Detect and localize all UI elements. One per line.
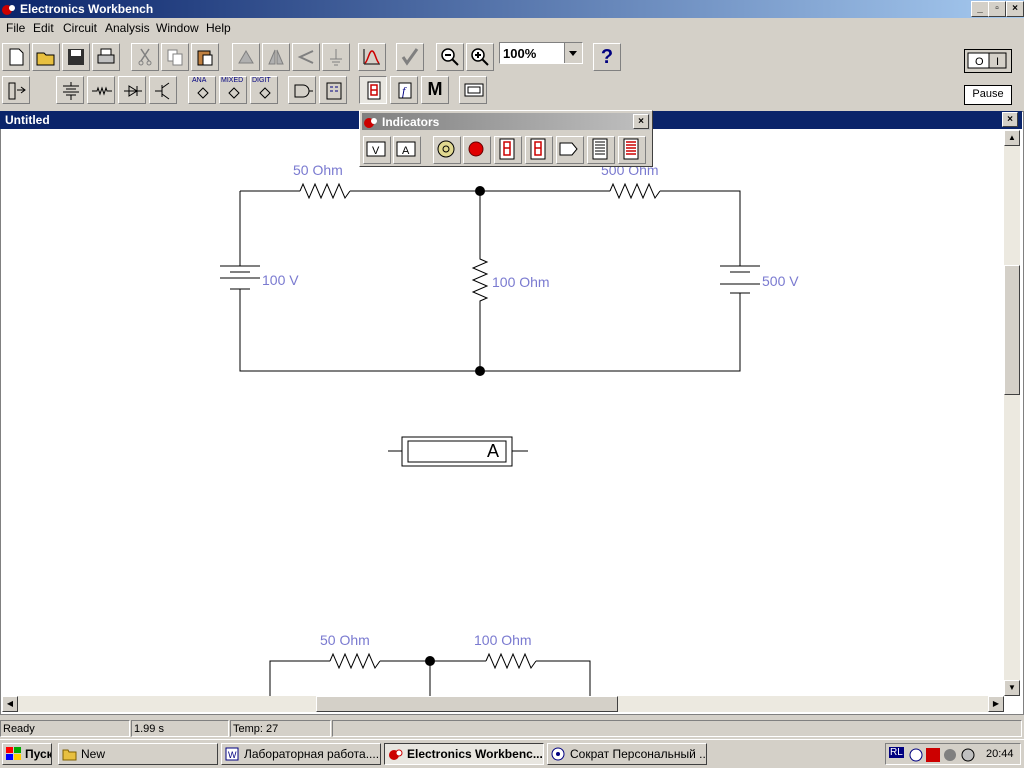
svg-text:V: V	[372, 145, 380, 157]
label-r4: 50 Ohm	[320, 632, 370, 648]
decoded-bargraph-button[interactable]	[618, 136, 646, 164]
status-time: 1.99 s	[131, 720, 229, 737]
vertical-scrollbar[interactable]: ▲ ▼	[1004, 130, 1020, 696]
decoded-display-icon	[530, 138, 546, 160]
bargraph-button[interactable]	[587, 136, 615, 164]
horizontal-scroll-thumb[interactable]	[316, 696, 618, 712]
decoded-seven-segment-button[interactable]	[525, 136, 553, 164]
scroll-down-arrow[interactable]: ▼	[1004, 680, 1020, 696]
battery-500v[interactable]	[720, 265, 760, 294]
taskbar-item-folder[interactable]: New	[58, 743, 218, 765]
scroll-up-arrow[interactable]: ▲	[1004, 130, 1020, 146]
taskbar-item-word[interactable]: W Лабораторная работа....	[221, 743, 381, 765]
vertical-scroll-thumb[interactable]	[1004, 265, 1020, 395]
label-v1: 100 V	[262, 272, 299, 288]
windows-logo-icon	[6, 747, 21, 760]
antivirus-icon	[961, 748, 975, 762]
label-v2: 500 V	[762, 273, 799, 289]
schematic-canvas[interactable]	[0, 0, 1004, 696]
close-button[interactable]: ×	[1006, 1, 1024, 17]
indicators-palette[interactable]: Indicators × V A	[359, 110, 653, 167]
resistor-500-ohm[interactable]	[609, 182, 661, 200]
system-tray: RL 20:44	[885, 743, 1021, 765]
bulb-icon	[437, 140, 455, 158]
bulb-button[interactable]	[433, 136, 461, 164]
junction-node[interactable]	[475, 366, 485, 376]
status-state: Ready	[0, 720, 130, 737]
sound-icon	[944, 749, 956, 761]
app-icon	[364, 118, 377, 128]
taskbar: Пуск New W Лабораторная работа.... Elect…	[0, 739, 1024, 768]
ammeter[interactable]	[388, 436, 528, 467]
resistor-50-ohm-top[interactable]	[299, 182, 351, 200]
buzzer-icon	[559, 142, 578, 156]
seven-segment-icon	[499, 138, 515, 160]
clock: 20:44	[986, 748, 1014, 760]
ammeter-label: A	[487, 441, 500, 461]
firewall-icon	[926, 748, 940, 762]
bargraph-icon	[592, 138, 608, 160]
circuit-close-button[interactable]: ×	[1002, 112, 1018, 127]
resistor-50-ohm-bottom[interactable]	[329, 652, 381, 670]
voltmeter-icon: V	[366, 141, 386, 157]
tray-icons	[909, 748, 975, 762]
scroll-right-arrow[interactable]: ▶	[988, 696, 1004, 712]
status-temp: Temp: 27	[230, 720, 331, 737]
horizontal-scrollbar[interactable]: ◀ ▶	[2, 696, 1004, 712]
svg-text:W: W	[228, 750, 237, 760]
junction-node[interactable]	[475, 186, 485, 196]
start-button[interactable]: Пуск	[2, 743, 52, 765]
indicators-titlebar[interactable]: Indicators ×	[362, 113, 650, 130]
label-r1: 50 Ohm	[293, 162, 343, 178]
probe-button[interactable]	[463, 136, 491, 164]
indicators-title: Indicators	[382, 115, 440, 129]
buzzer-button[interactable]	[556, 136, 584, 164]
network-icon	[909, 748, 923, 762]
taskbar-item-sokrat[interactable]: Сократ Персональный ...	[547, 743, 707, 765]
app-icon	[389, 749, 403, 760]
translator-icon	[551, 747, 565, 761]
red-probe-icon	[468, 141, 484, 157]
svg-text:A: A	[402, 145, 410, 157]
decoded-bargraph-icon	[623, 138, 639, 160]
taskbar-item-workbench[interactable]: Electronics Workbenc...	[384, 743, 544, 765]
scroll-left-arrow[interactable]: ◀	[2, 696, 18, 712]
resistor-100-ohm-bottom[interactable]	[485, 652, 537, 670]
indicators-close-button[interactable]: ×	[633, 114, 649, 129]
voltmeter-button[interactable]: V	[363, 136, 391, 164]
ammeter-button[interactable]: A	[393, 136, 421, 164]
label-r3: 100 Ohm	[492, 274, 550, 290]
status-empty	[332, 720, 1022, 737]
junction-node[interactable]	[425, 656, 435, 666]
status-bar: Ready 1.99 s Temp: 27	[0, 719, 1024, 738]
folder-icon	[62, 749, 77, 761]
label-r5: 100 Ohm	[474, 632, 532, 648]
language-indicator[interactable]: RL	[889, 747, 904, 758]
resistor-100-ohm-middle[interactable]	[471, 191, 489, 371]
seven-segment-button[interactable]	[494, 136, 522, 164]
battery-100v[interactable]	[220, 265, 260, 296]
ammeter-icon: A	[396, 141, 416, 157]
word-document-icon: W	[225, 747, 239, 761]
